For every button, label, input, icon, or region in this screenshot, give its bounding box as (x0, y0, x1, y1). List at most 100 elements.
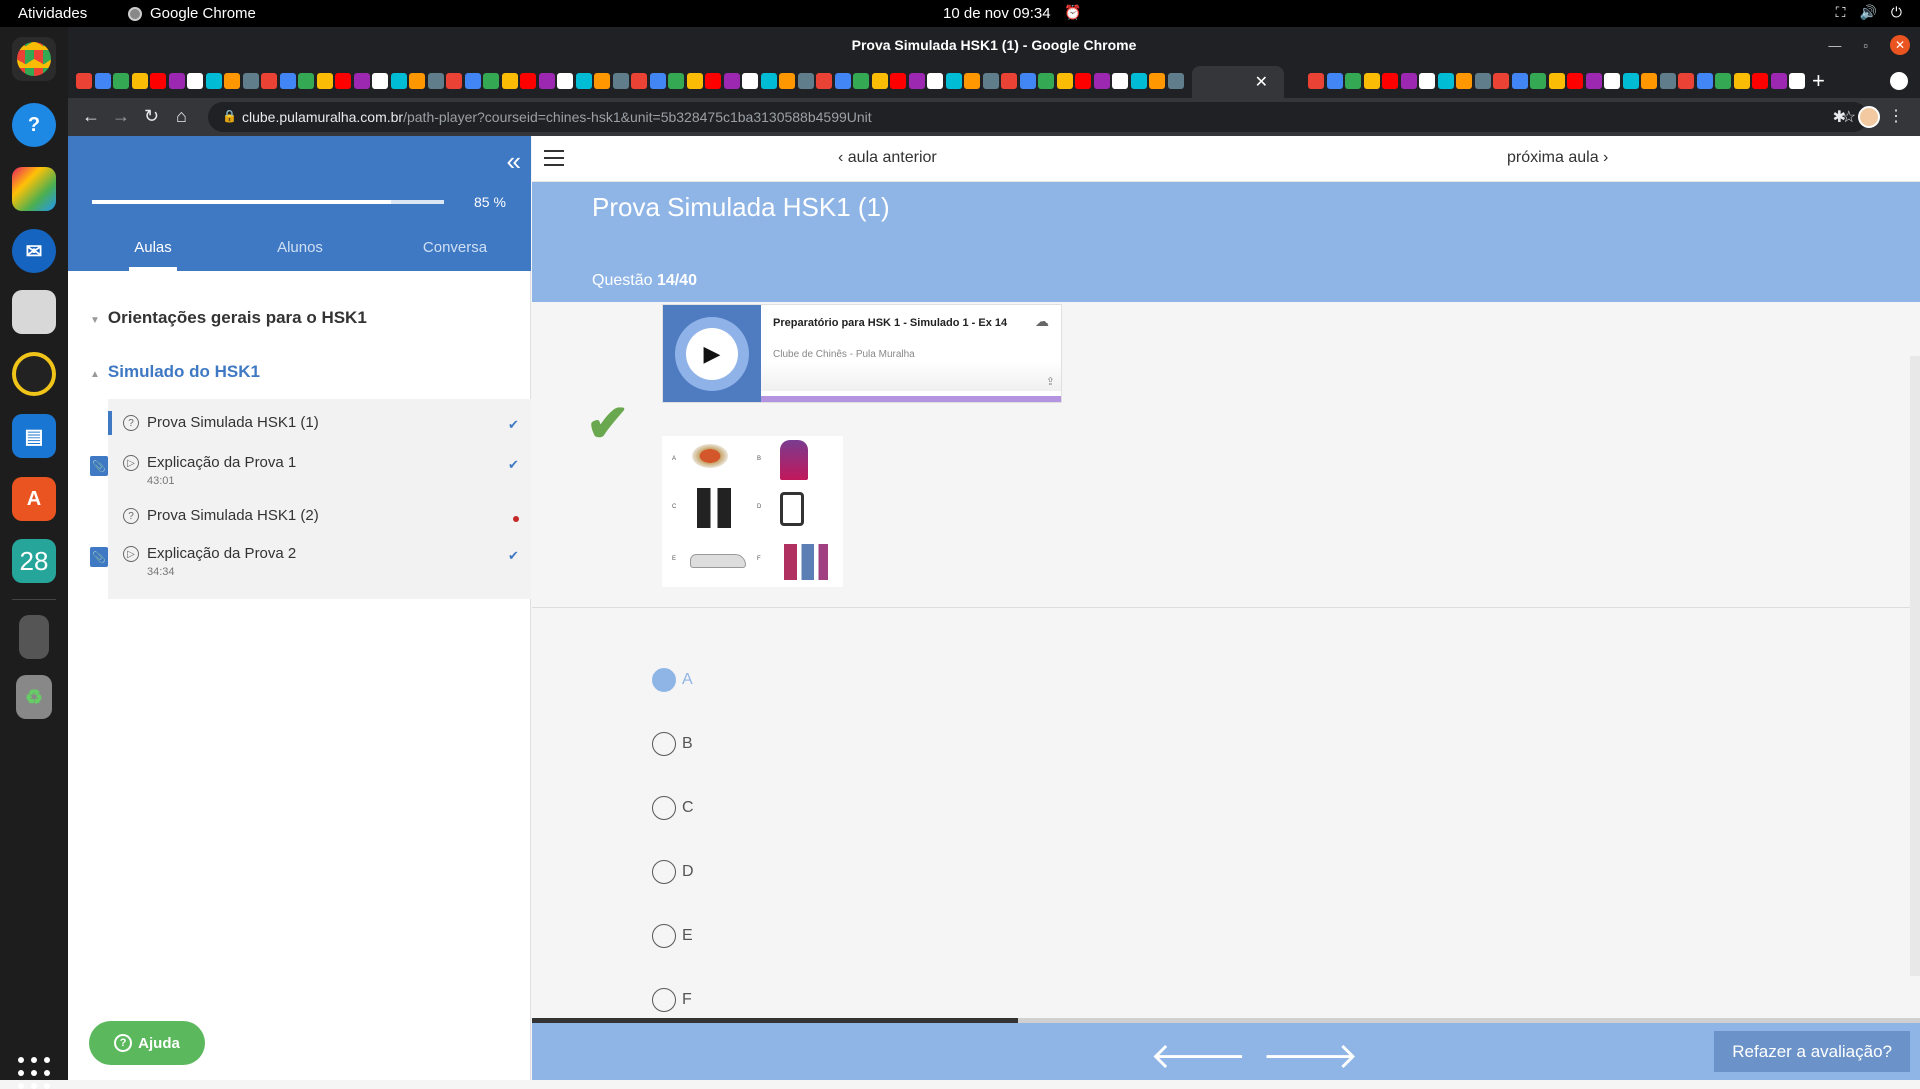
audio-title[interactable]: Preparatório para HSK 1 - Simulado 1 - E… (773, 317, 1007, 329)
tab-favicon-icon[interactable] (279, 73, 296, 89)
tab-favicon-icon[interactable] (520, 73, 536, 89)
tab-favicon-icon[interactable] (705, 73, 721, 89)
close-tab-icon[interactable]: ✕ (1255, 72, 1268, 92)
chrome-menu-icon[interactable]: ⋮ (1888, 106, 1904, 126)
activities-button[interactable]: Atividades (18, 5, 87, 22)
lesson-item-explicacao-1[interactable]: ▷ Explicação da Prova 1 43:01 ✔ (108, 451, 531, 495)
tab-favicon-icon[interactable] (723, 73, 740, 89)
radio-button[interactable] (652, 796, 676, 820)
extensions-icon[interactable]: ✱ (1833, 107, 1846, 127)
next-question-arrow-icon[interactable]: 🡒 (1262, 1033, 1359, 1077)
tab-favicon-icon[interactable] (1149, 73, 1165, 89)
collapse-sidebar-icon[interactable]: « (507, 146, 521, 177)
tab-favicon-icon[interactable] (871, 73, 888, 89)
tab-favicon-icon[interactable] (1437, 73, 1454, 89)
tab-favicon-icon[interactable] (94, 73, 111, 89)
tab-favicon-icon[interactable] (853, 73, 869, 89)
option-d[interactable]: D (652, 860, 732, 886)
tab-favicon-icon[interactable] (409, 73, 425, 89)
tab-favicon-icon[interactable] (372, 73, 388, 89)
tab-favicon-icon[interactable] (1585, 73, 1602, 89)
tab-favicon-icon[interactable] (908, 73, 925, 89)
new-tab-icon[interactable]: + (1812, 68, 1825, 94)
tab-aulas[interactable]: Aulas (93, 239, 213, 271)
tab-favicon-icon[interactable] (816, 73, 832, 89)
trash-dock-icon[interactable]: ♻ (16, 675, 52, 719)
active-tab[interactable]: ✕ (1192, 66, 1284, 98)
tab-favicon-icon[interactable] (1733, 73, 1750, 89)
tab-favicon-icon[interactable] (1112, 73, 1128, 89)
lesson-item-prova-2[interactable]: ? Prova Simulada HSK1 (2) (108, 504, 531, 540)
address-bar[interactable]: 🔒 clube.pulamuralha.com.br/path-player?c… (208, 102, 1868, 132)
audio-waveform[interactable] (761, 361, 1061, 391)
calendar-dock-icon[interactable]: 28 (12, 539, 56, 583)
tab-favicon-icon[interactable] (335, 73, 351, 89)
app-menu[interactable]: Google Chrome (128, 5, 256, 22)
tab-favicon-icon[interactable] (1001, 73, 1017, 89)
show-apps-icon[interactable] (18, 1057, 50, 1089)
tab-favicon-icon[interactable] (557, 73, 573, 89)
tab-favicon-icon[interactable] (1493, 73, 1509, 89)
tab-favicon-icon[interactable] (224, 73, 240, 89)
home-icon[interactable]: ⌂ (176, 106, 187, 127)
writer-dock-icon[interactable]: ▤ (12, 414, 56, 458)
radio-button[interactable] (652, 988, 676, 1012)
rhythmbox-dock-icon[interactable] (12, 352, 56, 396)
tab-favicon-icon[interactable] (1678, 73, 1694, 89)
tab-favicon-icon[interactable] (982, 73, 999, 89)
reload-icon[interactable]: ↻ (144, 106, 159, 127)
tab-favicon-icon[interactable] (131, 73, 148, 89)
tab-favicon-icon[interactable] (1474, 73, 1491, 89)
tab-favicon-icon[interactable] (1752, 73, 1768, 89)
tab-favicon-icon[interactable] (353, 73, 370, 89)
tab-conversa[interactable]: Conversa (395, 239, 515, 256)
files-dock-icon[interactable] (12, 290, 56, 334)
previous-lesson-link[interactable]: ‹ aula anterior (838, 149, 937, 167)
tab-favicon-icon[interactable] (1056, 73, 1073, 89)
tab-favicon-icon[interactable] (242, 73, 259, 89)
audio-progress-bar[interactable] (761, 396, 1061, 402)
tab-favicon-icon[interactable] (76, 73, 92, 89)
tab-favicon-icon[interactable] (113, 73, 129, 89)
option-f[interactable]: F (652, 988, 732, 1014)
redo-assessment-button[interactable]: Refazer a avaliação? (1714, 1031, 1910, 1072)
tab-favicon-icon[interactable] (1511, 73, 1528, 89)
tab-favicon-icon[interactable] (464, 73, 481, 89)
tab-favicon-icon[interactable] (298, 73, 314, 89)
tab-favicon-icon[interactable] (1530, 73, 1546, 89)
lesson-item-prova-1[interactable]: ? Prova Simulada HSK1 (1) ✔ (108, 411, 531, 447)
soundcloud-icon[interactable]: ☁ (1035, 313, 1049, 330)
option-b[interactable]: B (652, 732, 732, 758)
removable-drive-dock-icon[interactable] (19, 615, 49, 659)
tab-favicon-icon[interactable] (168, 73, 185, 89)
content-scrollbar[interactable] (1910, 356, 1920, 976)
close-window-icon[interactable]: ✕ (1890, 35, 1910, 55)
tab-favicon-icon[interactable] (1382, 73, 1398, 89)
tab-favicon-icon[interactable] (1093, 73, 1110, 89)
tab-favicon-icon[interactable] (390, 73, 407, 89)
tab-favicon-icon[interactable] (501, 73, 518, 89)
tab-favicon-icon[interactable] (797, 73, 814, 89)
tab-favicon-icon[interactable] (1770, 73, 1787, 89)
tab-favicon-icon[interactable] (150, 73, 166, 89)
tab-search-icon[interactable] (1890, 72, 1908, 90)
tab-favicon-icon[interactable] (1130, 73, 1147, 89)
tab-favicon-icon[interactable] (1308, 73, 1324, 89)
share-icon[interactable]: ⇪ (1046, 375, 1055, 388)
radio-button[interactable] (652, 860, 676, 884)
tab-favicon-icon[interactable] (649, 73, 666, 89)
tab-favicon-icon[interactable] (187, 73, 203, 89)
minimize-icon[interactable]: — (1828, 38, 1841, 53)
tab-favicon-icon[interactable] (612, 73, 629, 89)
play-icon[interactable]: ▶ (686, 327, 738, 380)
radio-button[interactable] (652, 924, 676, 948)
tab-favicon-icon[interactable] (594, 73, 610, 89)
tab-favicon-icon[interactable] (1400, 73, 1417, 89)
option-a[interactable]: A (652, 668, 732, 694)
tab-favicon-icon[interactable] (1345, 73, 1361, 89)
maximize-icon[interactable]: ▫ (1863, 38, 1868, 53)
tab-favicon-icon[interactable] (1038, 73, 1054, 89)
tab-favicon-icon[interactable] (686, 73, 703, 89)
help-button[interactable]: ? Ajuda (89, 1021, 205, 1065)
tab-favicon-icon[interactable] (316, 73, 333, 89)
